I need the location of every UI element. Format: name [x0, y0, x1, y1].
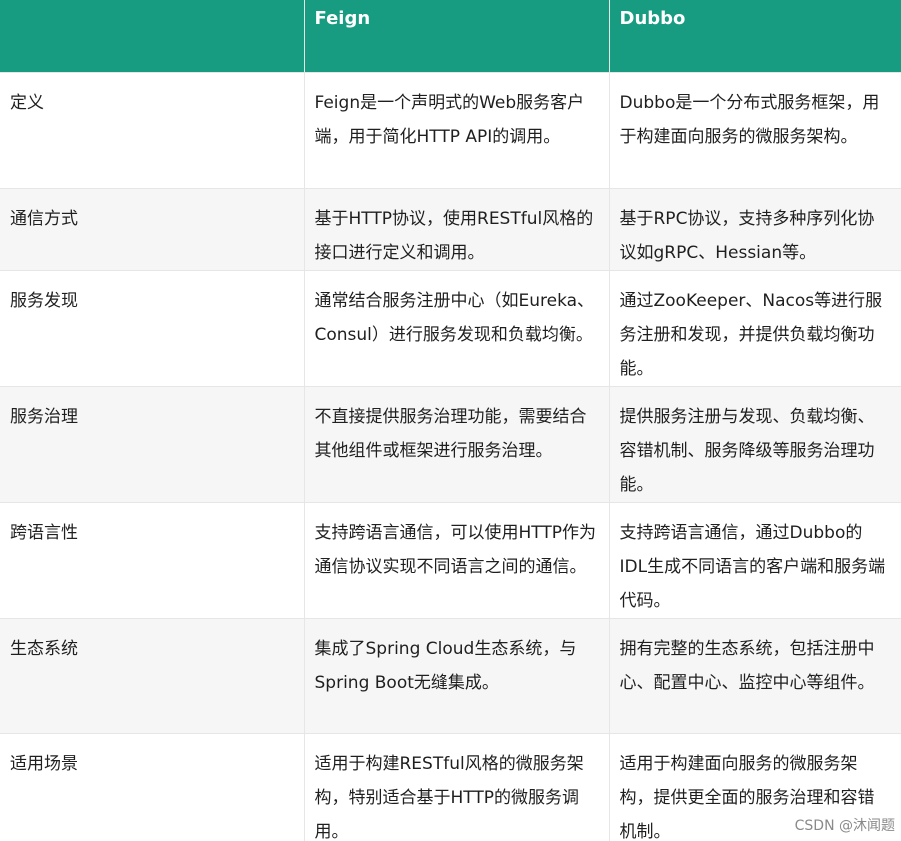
- dubbo-cell: 提供服务注册与发现、负载均衡、容错机制、服务降级等服务治理功能。: [608, 385, 901, 502]
- feign-cell: 支持跨语言通信，可以使用HTTP作为通信协议实现不同语言之间的通信。: [303, 501, 609, 618]
- dubbo-cell: Dubbo是一个分布式服务框架，用于构建面向服务的微服务架构。: [608, 71, 901, 188]
- dubbo-cell: 通过ZooKeeper、Nacos等进行服务注册和发现，并提供负载均衡功能。: [608, 269, 901, 386]
- aspect-cell: 服务发现: [0, 269, 304, 386]
- feign-cell: 基于HTTP协议，使用RESTful风格的接口进行定义和调用。: [303, 187, 609, 270]
- csdn-watermark: CSDN @沐闻题: [794, 818, 895, 834]
- dubbo-cell: 支持跨语言通信，通过Dubbo的IDL生成不同语言的客户端和服务端代码。: [608, 501, 901, 618]
- aspect-cell: 通信方式: [0, 187, 304, 270]
- feign-cell: 通常结合服务注册中心（如Eureka、Consul）进行服务发现和负载均衡。: [303, 269, 609, 386]
- table-row-cross-language: 跨语言性 支持跨语言通信，可以使用HTTP作为通信协议实现不同语言之间的通信。 …: [0, 501, 901, 618]
- aspect-cell: 服务治理: [0, 385, 304, 502]
- table-row-communication: 通信方式 基于HTTP协议，使用RESTful风格的接口进行定义和调用。 基于R…: [0, 187, 901, 270]
- table-row-ecosystem: 生态系统 集成了Spring Cloud生态系统，与Spring Boot无缝集…: [0, 617, 901, 733]
- aspect-cell: 定义: [0, 71, 304, 188]
- header-dubbo: Dubbo: [608, 0, 901, 72]
- aspect-cell: 跨语言性: [0, 501, 304, 618]
- feign-cell: Feign是一个声明式的Web服务客户端，用于简化HTTP API的调用。: [303, 71, 609, 188]
- header-aspect: [0, 0, 304, 72]
- comparison-table: Feign Dubbo 定义 Feign是一个声明式的Web服务客户端，用于简化…: [0, 0, 901, 841]
- table-row-governance: 服务治理 不直接提供服务治理功能，需要结合其他组件或框架进行服务治理。 提供服务…: [0, 385, 901, 502]
- aspect-cell: 适用场景: [0, 732, 304, 841]
- table-row-discovery: 服务发现 通常结合服务注册中心（如Eureka、Consul）进行服务发现和负载…: [0, 269, 901, 386]
- table-row-scenario: 适用场景 适用于构建RESTful风格的微服务架构，特别适合基于HTTP的微服务…: [0, 732, 901, 841]
- table-row-definition: 定义 Feign是一个声明式的Web服务客户端，用于简化HTTP API的调用。…: [0, 71, 901, 188]
- feign-cell: 适用于构建RESTful风格的微服务架构，特别适合基于HTTP的微服务调用。: [303, 732, 609, 841]
- dubbo-cell: 拥有完整的生态系统，包括注册中心、配置中心、监控中心等组件。: [608, 617, 901, 733]
- feign-cell: 不直接提供服务治理功能，需要结合其他组件或框架进行服务治理。: [303, 385, 609, 502]
- dubbo-cell: 基于RPC协议，支持多种序列化协议如gRPC、Hessian等。: [608, 187, 901, 270]
- header-feign: Feign: [303, 0, 609, 72]
- aspect-cell: 生态系统: [0, 617, 304, 733]
- header-row: Feign Dubbo: [0, 0, 901, 72]
- feign-cell: 集成了Spring Cloud生态系统，与Spring Boot无缝集成。: [303, 617, 609, 733]
